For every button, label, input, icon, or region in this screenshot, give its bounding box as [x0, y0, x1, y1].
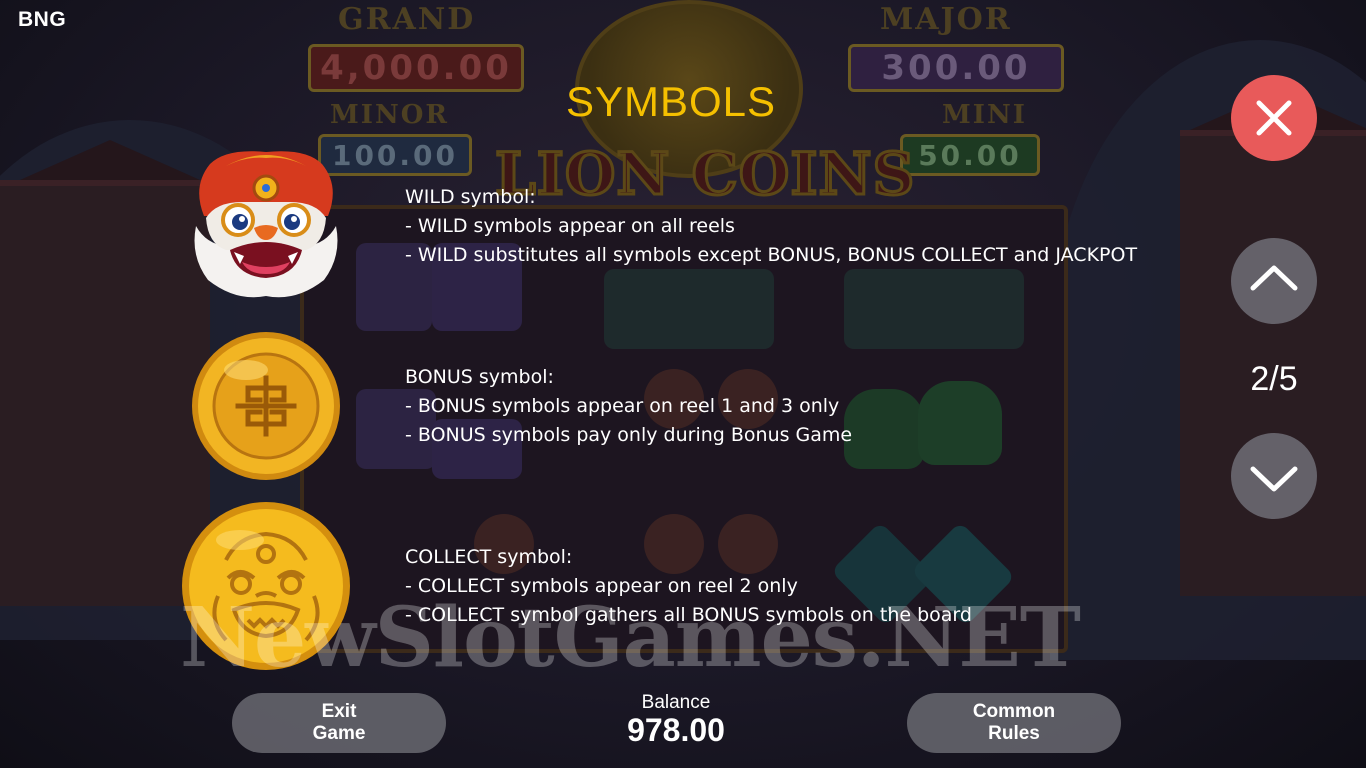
wild-symbol-description: WILD symbol: - WILD symbols appear on al…: [405, 183, 1137, 270]
lion-head-icon: [186, 146, 346, 298]
jackpot-major-label: MAJOR: [880, 2, 1012, 37]
balance-value: 978.00: [627, 712, 725, 748]
chevron-up-icon: [1250, 265, 1298, 291]
common-rules-label-line1: Common: [972, 701, 1056, 722]
exit-game-label-line2: Game: [312, 723, 366, 744]
jackpot-grand-label: GRAND: [338, 2, 476, 37]
exit-game-button[interactable]: Exit Game: [232, 693, 446, 753]
bonus-symbol-line-2: - BONUS symbols pay only during Bonus Ga…: [405, 424, 853, 446]
collect-symbol-title: COLLECT symbol:: [405, 546, 573, 568]
reel-cell: [844, 269, 1024, 349]
bonus-symbol-title: BONUS symbol:: [405, 366, 554, 388]
common-rules-button[interactable]: Common Rules: [907, 693, 1121, 753]
gold-coin-icon: [190, 330, 342, 482]
close-button[interactable]: [1231, 75, 1317, 161]
provider-logo: BNG: [18, 8, 67, 31]
previous-page-button[interactable]: [1231, 238, 1317, 324]
next-page-button[interactable]: [1231, 433, 1317, 519]
close-icon: [1256, 100, 1292, 136]
wild-symbol-title: WILD symbol:: [405, 186, 536, 208]
exit-game-label-line1: Exit: [321, 701, 357, 722]
wild-symbol-line-1: - WILD symbols appear on all reels: [405, 215, 735, 237]
jackpot-mini-value: 50.00: [900, 134, 1040, 176]
page-title: SYMBOLS: [565, 78, 777, 125]
reel-cell: [844, 389, 924, 469]
pagoda-roof-left: [20, 140, 200, 180]
page-indicator: 2/5: [1250, 360, 1298, 398]
watermark: NewSlotGames.NET: [180, 590, 1081, 686]
reel-cell: [604, 269, 774, 349]
bonus-symbol-description: BONUS symbol: - BONUS symbols appear on …: [405, 363, 852, 450]
bonus-symbol-line-1: - BONUS symbols appear on reel 1 and 3 o…: [405, 395, 840, 417]
balance-label: Balance: [641, 692, 711, 713]
reel-cell: [918, 381, 1002, 465]
chevron-down-icon: [1250, 466, 1298, 492]
common-rules-label-line2: Rules: [988, 723, 1040, 744]
wild-symbol-line-2: - WILD substitutes all symbols except BO…: [405, 244, 1138, 266]
